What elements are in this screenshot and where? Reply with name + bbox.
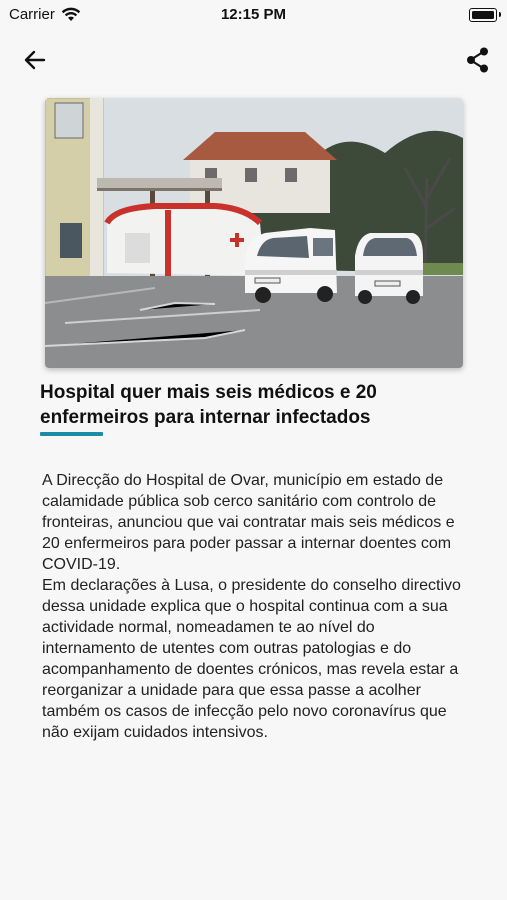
back-button[interactable] bbox=[18, 46, 52, 74]
nav-bar bbox=[0, 40, 507, 80]
share-icon bbox=[467, 47, 488, 73]
arrow-left-icon bbox=[24, 50, 46, 70]
article-headline: Hospital quer mais seis médicos e 20 enf… bbox=[40, 382, 377, 428]
status-time: 12:15 PM bbox=[220, 6, 287, 23]
battery-icon bbox=[469, 8, 501, 22]
share-button[interactable] bbox=[463, 45, 493, 75]
headline-accent-bar bbox=[40, 432, 103, 436]
hospital-photo bbox=[45, 98, 463, 368]
article-paragraph: A Direcção do Hospital de Ovar, municípi… bbox=[42, 472, 455, 573]
article-image bbox=[45, 98, 463, 368]
article-paragraph: Em declarações à Lusa, o presidente do c… bbox=[42, 577, 461, 741]
status-bar: Carrier 12:15 PM bbox=[0, 0, 507, 30]
article-body: A Direcção do Hospital de Ovar, municípi… bbox=[42, 470, 467, 743]
